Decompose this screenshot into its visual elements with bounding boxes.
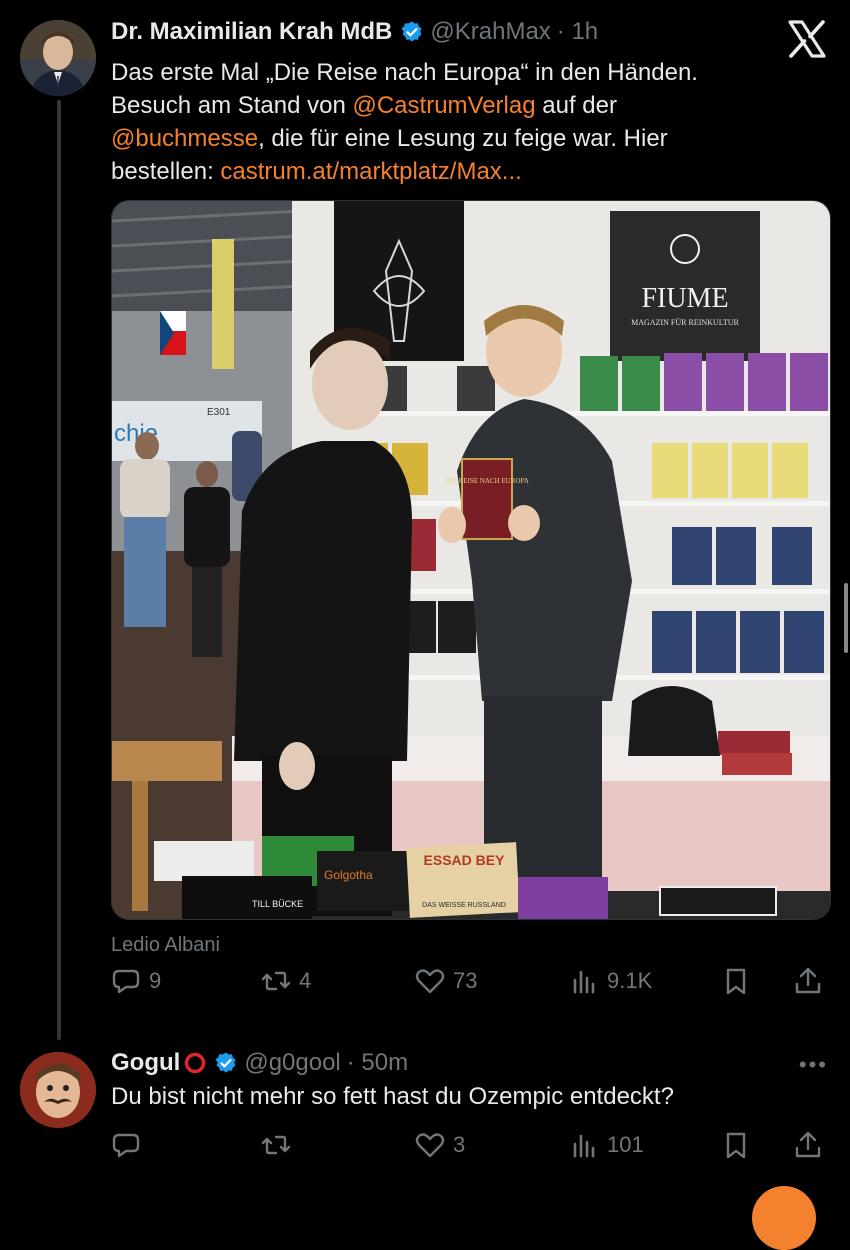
- repost-icon: [261, 1135, 291, 1155]
- thread-connector-line: [57, 100, 61, 1040]
- share-icon: [795, 1131, 821, 1158]
- like-icon: [415, 1133, 445, 1158]
- repost-count: 4: [299, 968, 312, 993]
- bookmark-button[interactable]: [721, 1130, 751, 1160]
- bookmark-icon: [726, 968, 746, 995]
- post-text: Das erste Mal „Die Reise nach Europa“ in…: [111, 56, 801, 188]
- views-count: 9.1K: [607, 968, 653, 993]
- views-icon: [573, 970, 595, 994]
- reply-author-handle[interactable]: @g0gool: [244, 1049, 340, 1077]
- author-name[interactable]: Dr. Maximilian Krah MdB: [111, 18, 392, 46]
- post-time: · 1h: [556, 18, 599, 45]
- photo-credit: Ledio Albani: [111, 934, 220, 956]
- repost-button[interactable]: [261, 1130, 291, 1160]
- reply-button[interactable]: 9: [111, 966, 161, 996]
- bookmark-button[interactable]: [721, 966, 751, 996]
- mention-buchmesse[interactable]: @buchmesse: [111, 125, 258, 152]
- reply-author-avatar[interactable]: [20, 1052, 96, 1128]
- reply-icon: [112, 969, 140, 994]
- fiume-subtitle-text: MAGAZIN FÜR REINKULTUR: [631, 318, 739, 327]
- reply-author-name[interactable]: Gogul: [111, 1049, 180, 1077]
- views-button[interactable]: 101: [569, 1130, 644, 1160]
- post-text-segment: auf der: [535, 92, 617, 119]
- reply-header: Gogul @g0gool · 50m: [111, 1049, 408, 1077]
- verified-badge-icon: [215, 1052, 236, 1073]
- like-icon: [415, 969, 445, 994]
- author-handle[interactable]: @KrahMax: [430, 18, 550, 46]
- repost-icon: [261, 971, 291, 991]
- photo-illustration: chie E301 FIUME MAGAZIN FÜR REINKULTUR D…: [112, 201, 830, 919]
- bookmark-icon: [726, 1132, 746, 1159]
- red-circle-emoji-icon: [185, 1052, 206, 1074]
- author-avatar[interactable]: [20, 20, 96, 96]
- verified-badge-icon: [401, 21, 422, 42]
- reply-actions-bar: 3 101: [111, 1130, 829, 1170]
- post-text-segment: Besuch am Stand von: [111, 92, 353, 119]
- booth-number-text: E301: [207, 407, 231, 418]
- views-button[interactable]: 9.1K: [569, 966, 652, 996]
- post-actions-bar: 9 4 73 9.1K: [111, 966, 829, 1006]
- reply-button[interactable]: [111, 1130, 141, 1160]
- views-count: 101: [607, 1132, 644, 1157]
- mention-castrumverlag[interactable]: @CastrumVerlag: [352, 92, 535, 119]
- table-book-essad-bey: ESSAD BEY: [424, 852, 506, 868]
- table-book-golgotha: Golgotha: [324, 868, 373, 882]
- post-text-line: Das erste Mal „Die Reise nach Europa“ in…: [111, 59, 698, 86]
- like-button[interactable]: 3: [415, 1130, 465, 1160]
- reply-icon: [112, 1133, 140, 1158]
- post-header: Dr. Maximilian Krah MdB @KrahMax · 1h: [111, 18, 598, 46]
- reply-text: Du bist nicht mehr so fett hast du Ozemp…: [111, 1083, 674, 1110]
- like-count: 73: [453, 968, 478, 993]
- compose-fab-button[interactable]: [752, 1186, 816, 1250]
- reply-time: · 50m: [346, 1049, 409, 1076]
- views-icon: [573, 1134, 595, 1158]
- reply-count: 9: [149, 968, 162, 993]
- order-link[interactable]: castrum.at/marktplatz/Max...: [220, 158, 521, 185]
- table-book-subtitle: DAS WEISSE RUSSLAND: [422, 902, 506, 909]
- share-icon: [795, 967, 821, 994]
- like-count: 3: [453, 1132, 466, 1157]
- post-text-segment: bestellen:: [111, 158, 221, 185]
- more-icon[interactable]: •••: [799, 1052, 828, 1078]
- like-button[interactable]: 73: [415, 966, 477, 996]
- repost-button[interactable]: 4: [261, 966, 311, 996]
- scrollbar[interactable]: [844, 583, 848, 653]
- x-logo-icon[interactable]: [786, 18, 828, 60]
- share-button[interactable]: [793, 966, 823, 996]
- table-book-title: TILL BÜCKE: [252, 899, 303, 909]
- fiume-sign-text: FIUME: [641, 283, 728, 314]
- post-photo[interactable]: chie E301 FIUME MAGAZIN FÜR REINKULTUR D…: [111, 200, 831, 920]
- held-book-title: DIE REISE NACH EUROPA: [445, 477, 529, 485]
- post-text-segment: , die für eine Lesung zu feige war. Hier: [258, 125, 668, 152]
- share-button[interactable]: [793, 1130, 823, 1160]
